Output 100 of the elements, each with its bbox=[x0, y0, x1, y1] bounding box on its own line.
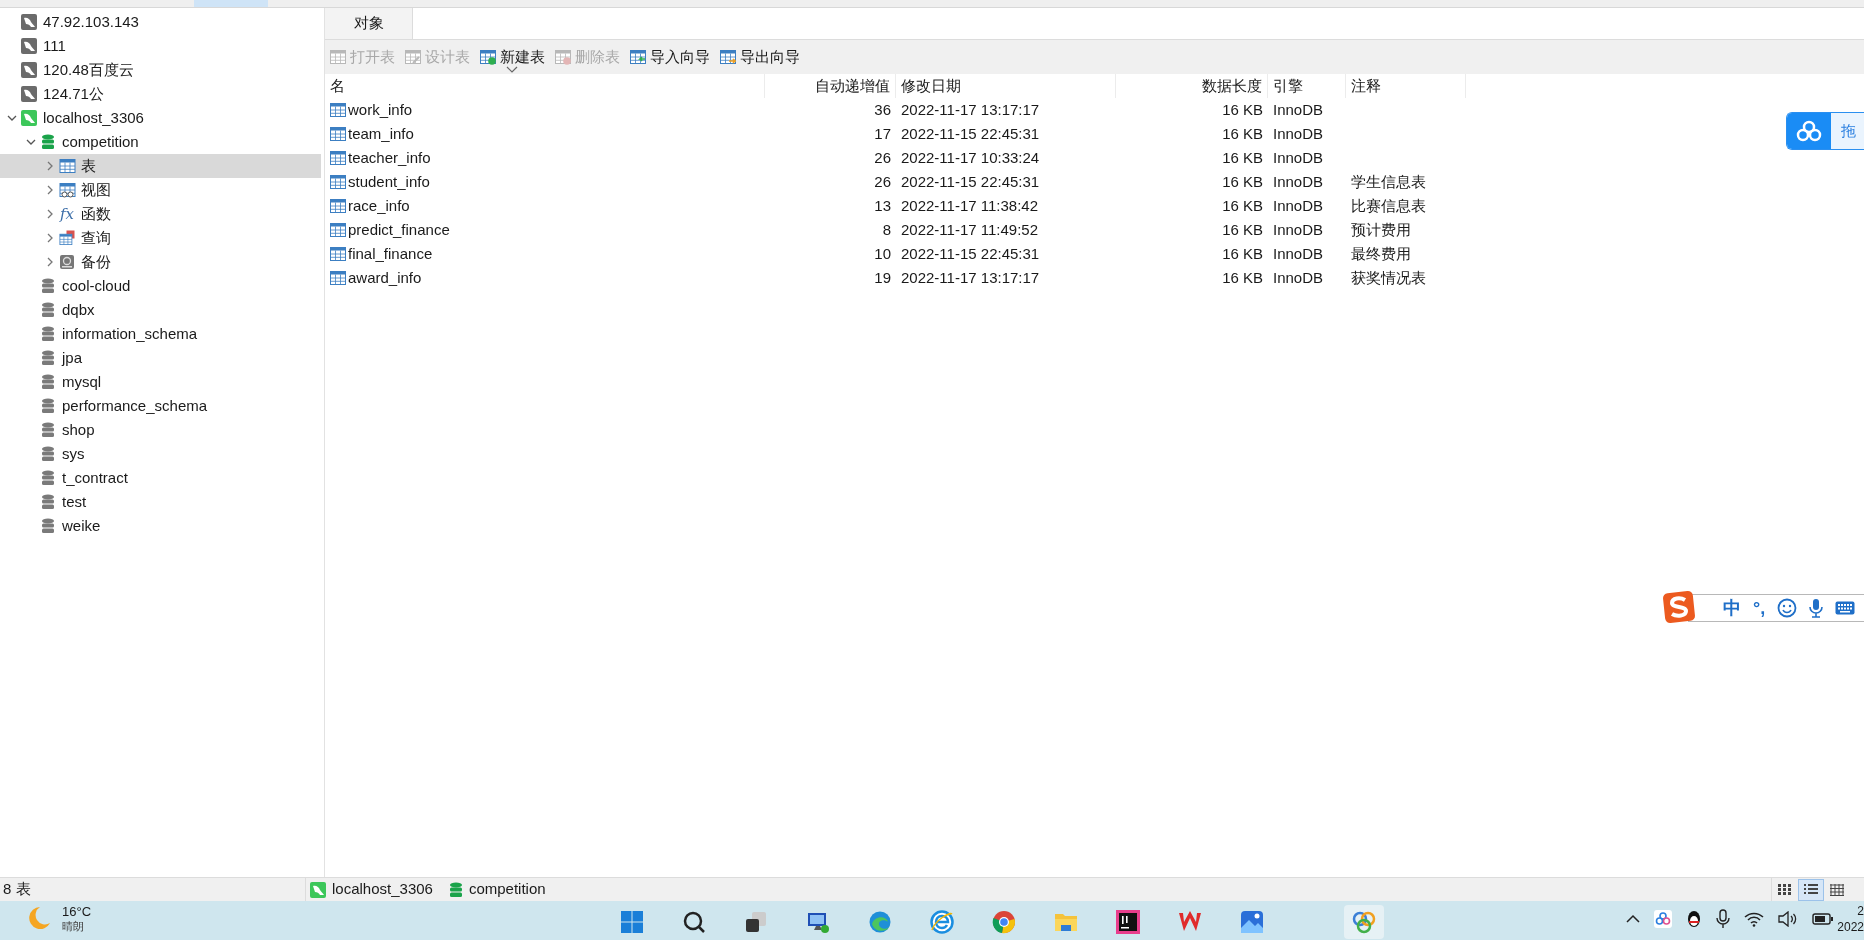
column-header[interactable]: 引擎 bbox=[1268, 74, 1346, 98]
tree-item[interactable]: 47.92.103.143 bbox=[0, 10, 321, 34]
search-icon[interactable] bbox=[682, 910, 706, 934]
windows-icon[interactable] bbox=[620, 910, 644, 934]
tree-item[interactable]: performance_schema bbox=[0, 394, 321, 418]
tree-item[interactable]: localhost_3306 bbox=[0, 106, 321, 130]
penguin-icon[interactable] bbox=[1686, 909, 1702, 929]
tree-item[interactable]: 查询 bbox=[0, 226, 321, 250]
clock-time: 2 bbox=[1857, 903, 1864, 919]
table-icon bbox=[330, 246, 346, 262]
database-icon bbox=[41, 326, 55, 342]
column-header[interactable]: 名 bbox=[325, 74, 765, 98]
toolbar-button[interactable]: 新建表 bbox=[480, 45, 545, 69]
tree-item[interactable]: shop bbox=[0, 418, 321, 442]
table-cell-text: 2022-11-17 13:17:17 bbox=[901, 99, 1040, 120]
tree-item[interactable]: weike bbox=[0, 514, 321, 538]
tree-item[interactable]: information_schema bbox=[0, 322, 321, 346]
cloud-icon[interactable] bbox=[1654, 910, 1672, 928]
design-table-icon bbox=[405, 49, 421, 65]
table-cell-text: 16 KB bbox=[1222, 123, 1263, 144]
sogou-logo-icon[interactable] bbox=[1662, 590, 1696, 624]
chevron-right-icon[interactable] bbox=[45, 233, 55, 243]
chrome-icon[interactable] bbox=[992, 910, 1016, 934]
tab[interactable]: 对象 bbox=[325, 8, 413, 39]
table-name[interactable]: award_info bbox=[348, 266, 422, 290]
grid-view-icon bbox=[1830, 883, 1844, 896]
tree-item[interactable]: 120.48百度云 bbox=[0, 58, 321, 82]
tree-item[interactable]: fx 函数 bbox=[0, 202, 321, 226]
tree-item[interactable]: t_contract bbox=[0, 466, 321, 490]
tree-item[interactable]: 视图 bbox=[0, 178, 321, 202]
column-header[interactable]: 修改日期 bbox=[896, 74, 1116, 98]
smiley-icon[interactable] bbox=[1777, 598, 1798, 618]
connection-icon bbox=[21, 38, 37, 54]
table-cell-text: 19 bbox=[874, 267, 891, 288]
icons-view-icon bbox=[1778, 883, 1792, 896]
punctuation-mode[interactable]: °, bbox=[1753, 594, 1766, 622]
table-cell-text: 2022-11-15 22:45:31 bbox=[901, 243, 1040, 264]
chevron-right-icon[interactable] bbox=[45, 185, 55, 195]
keyboard-icon[interactable] bbox=[1835, 601, 1856, 615]
chevron-right-icon[interactable] bbox=[45, 161, 55, 171]
tree-item[interactable]: 111 bbox=[0, 34, 321, 58]
column-header[interactable]: 自动递增值 bbox=[765, 74, 896, 98]
table-name[interactable]: team_info bbox=[348, 122, 414, 146]
table-cell-text: 16 KB bbox=[1222, 195, 1263, 216]
table-cell-text: 获奖情况表 bbox=[1351, 267, 1426, 288]
table-cell-text: 10 bbox=[874, 243, 891, 264]
tree-item[interactable]: jpa bbox=[0, 346, 321, 370]
monitor-icon[interactable] bbox=[806, 910, 830, 934]
table-name[interactable]: final_finance bbox=[348, 242, 433, 266]
chevron-down-icon[interactable] bbox=[26, 137, 36, 147]
sort-caret-icon bbox=[506, 66, 518, 73]
table-name[interactable]: predict_finance bbox=[348, 218, 450, 242]
chevron-right-icon[interactable] bbox=[45, 257, 55, 267]
speaker-icon[interactable] bbox=[1778, 911, 1798, 927]
toolbar-button[interactable]: 导出向导 bbox=[720, 45, 800, 69]
tree-item[interactable]: sys bbox=[0, 442, 321, 466]
table-name[interactable]: work_info bbox=[348, 98, 413, 122]
wifi-icon[interactable] bbox=[1744, 911, 1764, 927]
table-name[interactable]: student_info bbox=[348, 170, 430, 194]
tree-item[interactable]: 备份 bbox=[0, 250, 321, 274]
table-cell-text: 36 bbox=[874, 99, 891, 120]
table-name[interactable]: teacher_info bbox=[348, 146, 431, 170]
connection-icon bbox=[21, 62, 37, 78]
petals-icon[interactable] bbox=[1351, 909, 1377, 935]
table-cell-text: 16 KB bbox=[1222, 171, 1263, 192]
chevron-up-icon[interactable] bbox=[1626, 914, 1640, 924]
export-icon bbox=[720, 49, 736, 65]
table-icon bbox=[330, 198, 346, 214]
cloud-widget[interactable]: 拖 bbox=[1786, 112, 1864, 150]
table-cell-text: 2022-11-17 10:33:24 bbox=[901, 147, 1040, 168]
list-view-icon bbox=[1804, 883, 1818, 896]
column-header[interactable]: 数据长度 bbox=[1116, 74, 1268, 98]
connection-name: localhost_3306 bbox=[332, 879, 433, 900]
weather-condition: 晴朗 bbox=[62, 919, 85, 933]
function-icon: fx bbox=[60, 206, 74, 222]
photo-icon[interactable] bbox=[1240, 910, 1264, 934]
tree-item[interactable]: mysql bbox=[0, 370, 321, 394]
windows-stack-icon[interactable] bbox=[744, 910, 768, 934]
tree-item[interactable]: cool-cloud bbox=[0, 274, 321, 298]
toolbar-button[interactable]: 导入向导 bbox=[630, 45, 710, 69]
microphone-icon[interactable] bbox=[1716, 909, 1730, 929]
tree-item[interactable]: competition bbox=[0, 130, 321, 154]
column-header[interactable]: 注释 bbox=[1346, 74, 1466, 98]
connection-icon bbox=[21, 110, 37, 126]
battery-icon[interactable] bbox=[1812, 912, 1834, 926]
e-icon[interactable] bbox=[930, 910, 954, 934]
import-icon bbox=[630, 49, 646, 65]
input-mode[interactable]: 中 bbox=[1723, 594, 1741, 622]
tree-item[interactable]: test bbox=[0, 490, 321, 514]
tree-item[interactable]: 表 bbox=[0, 154, 321, 178]
table-name[interactable]: race_info bbox=[348, 194, 410, 218]
browser-wave-icon[interactable] bbox=[868, 910, 892, 934]
tree-item[interactable]: 124.71公 bbox=[0, 82, 321, 106]
chevron-right-icon[interactable] bbox=[45, 209, 55, 219]
table-count: 8 表 bbox=[3, 879, 31, 900]
chevron-down-icon[interactable] bbox=[7, 113, 17, 123]
tree-item[interactable]: dqbx bbox=[0, 298, 321, 322]
ide-icon[interactable] bbox=[1116, 910, 1140, 934]
database-icon bbox=[448, 881, 463, 898]
view-toggle[interactable] bbox=[1798, 878, 1824, 901]
